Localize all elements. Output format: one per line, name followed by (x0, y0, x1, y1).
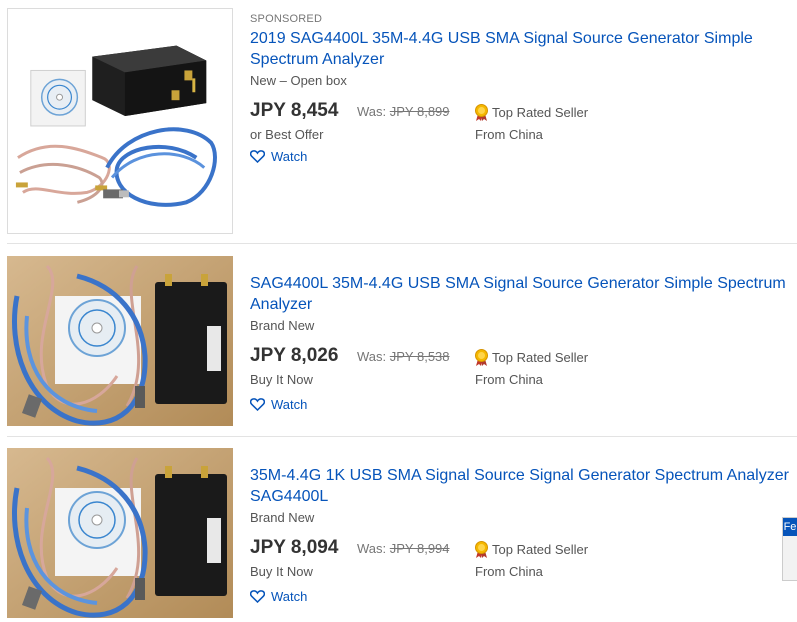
top-rated-medal-icon (475, 104, 488, 121)
was-price: JPY 8,538 (389, 349, 450, 364)
listing-2-watch-link[interactable]: Watch (250, 397, 307, 412)
listing-2-price-row: JPY 8,026 Was: JPY 8,538 Top Rated Selle… (250, 345, 795, 371)
listing-2-condition: Brand New (250, 318, 315, 333)
listing-3-top-rated: Top Rated Seller (474, 541, 588, 558)
listing-2-location: From China (475, 372, 543, 387)
listing-3-price-row: JPY 8,094 Was: JPY 8,994 Top Rated Selle… (250, 537, 795, 563)
listing-2-info: SAG4400L 35M-4.4G USB SMA Signal Source … (250, 273, 795, 412)
listing-1-title-link[interactable]: 2019 SAG4400L 35M-4.4G USB SMA Signal So… (250, 28, 795, 70)
badge-label: Top Rated Seller (492, 542, 589, 557)
listing-1-watch-link[interactable]: Watch (250, 149, 307, 164)
heart-outline-icon (250, 590, 265, 603)
listing-1-price: JPY 8,454 (250, 100, 339, 121)
listing-3-watch-link[interactable]: Watch (250, 589, 307, 604)
listing-1-condition: New – Open box (250, 73, 347, 88)
listing-2-sub-row: Buy It Now From China (250, 371, 795, 391)
top-rated-medal-icon (475, 541, 488, 558)
listing-divider (7, 243, 797, 244)
listing-3-condition: Brand New (250, 510, 315, 525)
listing-3-title-link[interactable]: 35M-4.4G 1K USB SMA Signal Source Signal… (250, 465, 795, 507)
heart-outline-icon (250, 398, 265, 411)
was-price: JPY 8,899 (389, 104, 450, 119)
product-image-white-background (8, 9, 232, 233)
listing-3-price: JPY 8,094 (250, 537, 339, 558)
heart-outline-icon (250, 150, 265, 163)
listing-3-location: From China (475, 564, 543, 579)
top-rated-medal-icon (475, 349, 488, 366)
product-image-photo (7, 448, 233, 618)
listing-2-title-link[interactable]: SAG4400L 35M-4.4G USB SMA Signal Source … (250, 273, 795, 315)
watch-label: Watch (271, 149, 308, 164)
feedback-tab-label: Fe (783, 518, 797, 536)
was-label: Was: (357, 104, 387, 119)
listing-1-was: Was: JPY 8,899 (357, 104, 450, 119)
listing-2-top-rated: Top Rated Seller (474, 349, 588, 366)
was-price: JPY 8,994 (389, 541, 450, 556)
was-label: Was: (357, 541, 387, 556)
listing-3-was: Was: JPY 8,994 (357, 541, 450, 556)
sponsored-label: SPONSORED (250, 13, 323, 25)
listing-1-location: From China (475, 127, 543, 142)
listing-3-buy-format: Buy It Now (250, 564, 313, 579)
listing-2-was: Was: JPY 8,538 (357, 349, 450, 364)
badge-label: Top Rated Seller (492, 105, 589, 120)
feedback-tab[interactable]: Fe (782, 517, 797, 581)
listing-1-price-row: JPY 8,454 Was: JPY 8,899 Top Rated Selle… (250, 100, 795, 126)
listing-3-image[interactable] (7, 448, 233, 618)
listing-1-top-rated: Top Rated Seller (474, 104, 588, 121)
listing-1-info: SPONSORED 2019 SAG4400L 35M-4.4G USB SMA… (250, 12, 795, 164)
badge-label: Top Rated Seller (492, 350, 589, 365)
product-image-photo (7, 256, 233, 426)
listing-divider (7, 436, 797, 437)
listing-2-buy-format: Buy It Now (250, 372, 313, 387)
listing-1-buy-format: or Best Offer (250, 127, 324, 142)
listing-1-sub-row: or Best Offer From China (250, 126, 795, 146)
watch-label: Watch (271, 397, 308, 412)
listing-3-sub-row: Buy It Now From China (250, 563, 795, 583)
listing-3-info: 35M-4.4G 1K USB SMA Signal Source Signal… (250, 465, 795, 604)
was-label: Was: (357, 349, 387, 364)
listing-2-image[interactable] (7, 256, 233, 426)
listing-2-price: JPY 8,026 (250, 345, 339, 366)
watch-label: Watch (271, 589, 308, 604)
listing-1-image[interactable] (7, 8, 233, 234)
